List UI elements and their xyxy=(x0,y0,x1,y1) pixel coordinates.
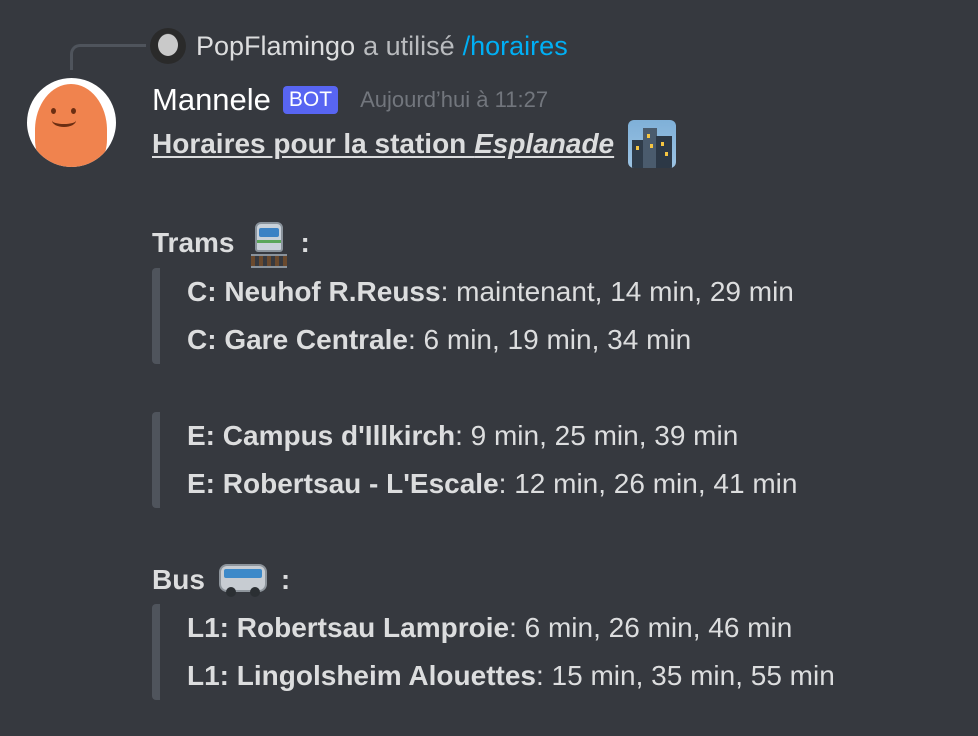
building-shape xyxy=(643,128,658,168)
departure-times: : 9 min, 25 min, 39 min xyxy=(455,420,739,451)
blockquote-trams-line-c: C: Neuhof R.Reuss: maintenant, 14 min, 2… xyxy=(152,268,794,364)
slash-command-link[interactable]: /horaires xyxy=(463,31,568,62)
tram-body xyxy=(254,222,283,252)
trams-heading-label: Trams xyxy=(152,227,235,258)
bot-tag-badge: BOT xyxy=(282,86,339,114)
message-title-row: Horaires pour la station Esplanade xyxy=(152,120,677,168)
departure-times: : maintenant, 14 min, 29 min xyxy=(440,276,794,307)
bus-heading-label: Bus xyxy=(152,564,205,595)
blockquote-bus-line-l1: L1: Robertsau Lamproie: 6 min, 26 min, 4… xyxy=(152,604,835,700)
bus-wheel xyxy=(225,587,236,597)
author-username[interactable]: Mannele xyxy=(152,82,271,118)
title-prefix: Horaires pour la station xyxy=(152,128,475,159)
message-title: Horaires pour la station Esplanade xyxy=(152,128,614,160)
route-name: E: Robertsau - L'Escale xyxy=(187,468,499,499)
window-light xyxy=(650,144,654,148)
bus-heading-colon: : xyxy=(280,564,291,595)
trams-heading-colon: : xyxy=(300,227,310,258)
bot-avatar[interactable] xyxy=(27,78,116,167)
window-light xyxy=(647,134,651,138)
route-name: C: Gare Centrale xyxy=(187,324,408,355)
list-item: L1: Lingolsheim Alouettes: 15 min, 35 mi… xyxy=(187,652,835,700)
window-light xyxy=(661,142,665,146)
building-shape xyxy=(656,136,673,168)
trams-heading: Trams : xyxy=(152,220,310,268)
list-item: C: Neuhof R.Reuss: maintenant, 14 min, 2… xyxy=(187,268,794,316)
reply-username[interactable]: PopFlamingo xyxy=(196,31,355,62)
rail-track xyxy=(250,254,287,268)
reply-reference[interactable]: PopFlamingo a utilisé /horaires xyxy=(150,28,568,64)
departure-times: : 6 min, 19 min, 34 min xyxy=(407,324,692,355)
departure-times: : 15 min, 35 min, 55 min xyxy=(536,660,835,691)
bus-heading: Bus : xyxy=(152,560,290,600)
station-name: Esplanade xyxy=(474,128,615,159)
tram-window xyxy=(258,228,279,237)
list-item: E: Robertsau - L'Escale: 12 min, 26 min,… xyxy=(187,460,797,508)
route-name: L1: Lingolsheim Alouettes xyxy=(187,660,536,691)
window-light xyxy=(665,152,669,156)
avatar-mouth xyxy=(52,114,76,127)
departure-times: : 6 min, 26 min, 46 min xyxy=(509,612,793,643)
reply-user-avatar[interactable] xyxy=(150,28,186,64)
reply-verb: a utilisé xyxy=(363,30,455,61)
bus-icon xyxy=(217,560,269,600)
list-item: C: Gare Centrale: 6 min, 19 min, 34 min xyxy=(187,316,794,364)
route-name: L1: Robertsau Lamproie xyxy=(187,612,510,643)
message-header: Mannele BOT Aujourd’hui à 11:27 xyxy=(152,82,548,118)
bus-window xyxy=(223,569,262,578)
reply-spine xyxy=(70,44,146,70)
message-timestamp[interactable]: Aujourd’hui à 11:27 xyxy=(360,87,548,113)
list-item: L1: Robertsau Lamproie: 6 min, 26 min, 4… xyxy=(187,604,835,652)
blockquote-trams-line-e: E: Campus d'Illkirch: 9 min, 25 min, 39 … xyxy=(152,412,797,508)
cityscape-at-dusk-icon xyxy=(628,120,677,168)
light-rail-icon xyxy=(249,220,289,268)
window-light xyxy=(636,146,640,150)
bus-wheel xyxy=(249,587,260,597)
departure-times: : 12 min, 26 min, 41 min xyxy=(498,468,798,499)
list-item: E: Campus d'Illkirch: 9 min, 25 min, 39 … xyxy=(187,412,797,460)
tram-stripe xyxy=(256,240,281,243)
route-name: C: Neuhof R.Reuss xyxy=(187,276,441,307)
route-name: E: Campus d'Illkirch xyxy=(187,420,456,451)
